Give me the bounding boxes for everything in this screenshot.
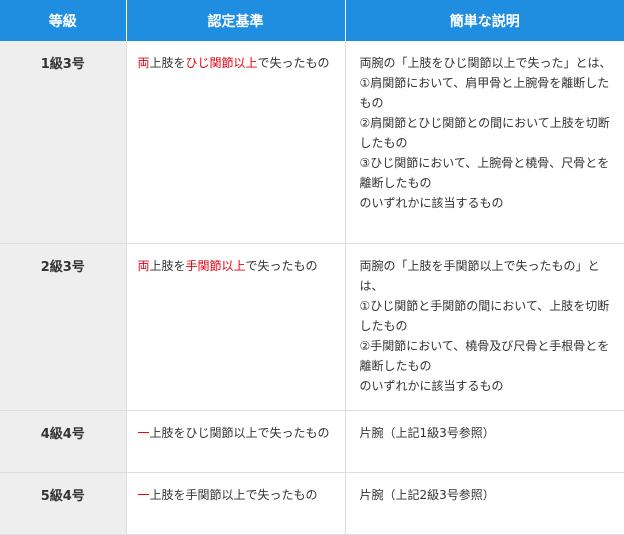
description-line: 両腕の「上肢を手関節以上で失ったもの」とは、 <box>359 258 600 293</box>
header-description: 簡単な説明 <box>345 0 624 41</box>
grade-cell: 5級4号 <box>0 472 127 535</box>
criteria-text: で失ったもの <box>245 258 318 273</box>
criteria-cell: 一上肢をひじ関節以上で失ったもの <box>126 410 346 473</box>
criteria-highlight: 一 <box>137 487 150 502</box>
table-row: 5級4号 一上肢を手関節以上で失ったもの 片腕（上記2級3号参照） <box>0 472 624 535</box>
header-row: 等級 認定基準 簡単な説明 <box>0 0 624 41</box>
criteria-text: で失ったもの <box>257 56 330 70</box>
description-cell: 両腕の「上肢をひじ関節以上で失った」とは、 ①肩関節において、肩甲骨と上腕骨を離断… <box>345 41 624 244</box>
disability-grade-table: 等級 認定基準 簡単な説明 1級3号 両上肢をひじ関節以上で失ったもの 両腕の「上肢… <box>0 0 624 535</box>
criteria-text: 上肢を手関節以上で失ったもの <box>149 487 318 502</box>
criteria-text: 上肢をひじ関節以上で失ったもの <box>149 425 330 440</box>
criteria-highlight: 一 <box>137 425 150 440</box>
description-line: ①肩関節において、肩甲骨と上腕骨を離断したもの <box>359 76 610 110</box>
grade-cell: 2級3号 <box>0 243 127 411</box>
description-line: 片腕（上記2級3号参照） <box>359 487 495 502</box>
criteria-cell: 両上肢を手関節以上で失ったもの <box>126 243 346 411</box>
description-line: 両腕の「上肢をひじ関節以上で失った」とは、 <box>359 56 612 70</box>
criteria-highlight: ひじ関節以上 <box>185 56 258 70</box>
grade-cell: 1級3号 <box>0 41 127 244</box>
criteria-highlight: 両 <box>137 56 150 70</box>
header-criteria: 認定基準 <box>126 0 346 41</box>
description-cell: 両腕の「上肢を手関節以上で失ったもの」とは、 ①ひじ関節と手関節の間において、上肢… <box>345 243 624 411</box>
description-cell: 片腕（上記1級3号参照） <box>345 410 624 473</box>
criteria-highlight: 両 <box>137 258 150 273</box>
criteria-cell: 一上肢を手関節以上で失ったもの <box>126 472 346 535</box>
criteria-highlight: 手関節以上 <box>185 258 246 273</box>
criteria-text: 上肢を <box>149 56 186 70</box>
criteria-cell: 両上肢をひじ関節以上で失ったもの <box>126 41 346 244</box>
header-grade: 等級 <box>0 0 127 41</box>
description-line: ①ひじ関節と手関節の間において、上肢を切断したもの <box>359 298 610 333</box>
table-row: 2級3号 両上肢を手関節以上で失ったもの 両腕の「上肢を手関節以上で失ったもの」とは… <box>0 243 624 411</box>
criteria-text: 上肢を <box>149 258 186 273</box>
description-line: 片腕（上記1級3号参照） <box>359 425 495 440</box>
grade-cell: 4級4号 <box>0 410 127 473</box>
description-line: ③ひじ関節において、上腕骨と橈骨、尺骨とを離断したもの <box>359 156 610 190</box>
description-line: のいずれかに該当するもの <box>359 378 504 393</box>
description-line: ②手関節において、橈骨及び尺骨と手根骨とを離断したもの <box>359 338 610 373</box>
description-cell: 片腕（上記2級3号参照） <box>345 472 624 535</box>
table-row: 1級3号 両上肢をひじ関節以上で失ったもの 両腕の「上肢をひじ関節以上で失った」とは… <box>0 41 624 244</box>
description-line: ②肩関節とひじ関節との間において上肢を切断したもの <box>359 116 610 150</box>
table-row: 4級4号 一上肢をひじ関節以上で失ったもの 片腕（上記1級3号参照） <box>0 410 624 473</box>
description-line: のいずれかに該当するもの <box>359 196 504 210</box>
